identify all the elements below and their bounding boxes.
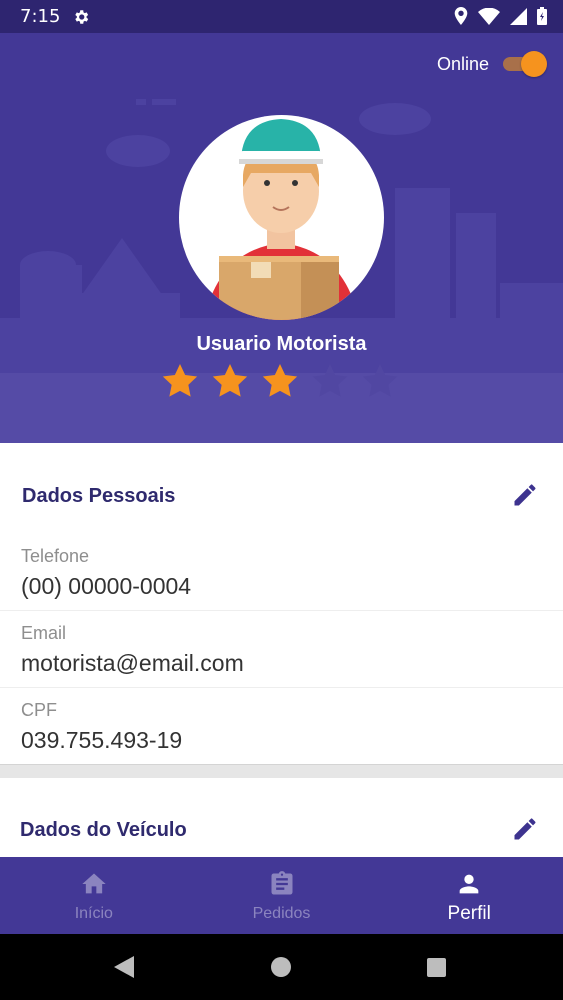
field-value: 039.755.493-19 [21,727,183,753]
personal-data-title: Dados Pessoais [22,485,176,507]
online-status: Online [436,51,547,77]
star-filled-icon [212,364,248,397]
clipboard-icon [268,870,296,903]
edit-personal-button[interactable] [511,481,539,509]
vehicle-data-title: Dados do Veículo [20,819,187,841]
nav-label: Perfil [447,903,491,924]
pencil-icon [514,484,536,506]
delivery-driver-avatar-icon [204,119,359,320]
nav-label: Pedidos [252,905,311,922]
online-label: Online [436,53,489,74]
section-divider [0,764,563,778]
settings-gear-icon [72,8,90,31]
toggle-thumb [521,51,547,77]
star-filled-icon [262,364,298,397]
field-value: motorista@email.com [21,650,244,676]
star-empty-icon [362,364,398,397]
field-telefone: Telefone (00) 00000-0004 [0,533,563,611]
personal-data-card: Dados Pessoais Telefone (00) 00000-0004 … [0,443,563,764]
status-time: 7:15 [20,6,61,27]
recents-icon[interactable] [427,958,446,982]
home-circle-icon[interactable] [271,957,291,982]
field-label: Telefone [21,546,90,566]
nav-label: Início [74,905,113,922]
nav-item-inicio[interactable]: Início [0,857,188,934]
bottom-navigation: Início Pedidos Perfil [0,857,563,934]
location-pin-icon [454,7,468,30]
rating-stars [160,361,400,401]
system-navigation-bar [0,934,563,1000]
home-icon [80,870,108,903]
profile-name: Usuario Motorista [196,333,367,355]
nav-item-perfil[interactable]: Perfil [375,857,563,934]
person-icon [455,870,483,903]
avatar[interactable] [179,115,384,320]
field-label: Email [21,623,67,643]
star-filled-icon [162,364,198,397]
edit-vehicle-button[interactable] [511,815,539,843]
profile-header: Online Usuario Motorista [0,33,563,443]
nav-item-pedidos[interactable]: Pedidos [188,857,376,934]
field-email: Email motorista@email.com [0,610,563,688]
star-empty-icon [312,364,348,397]
vehicle-data-card: Dados do Veículo [0,778,563,857]
online-toggle[interactable] [501,51,547,77]
field-label: CPF [21,700,57,720]
pencil-icon [514,818,536,840]
battery-icon [537,7,547,30]
signal-icon [510,7,527,30]
status-bar: 7:15 [0,0,563,33]
field-value: (00) 00000-0004 [21,573,192,599]
field-cpf: CPF 039.755.493-19 [0,687,563,764]
back-icon[interactable] [114,956,134,983]
wifi-icon [478,7,500,30]
